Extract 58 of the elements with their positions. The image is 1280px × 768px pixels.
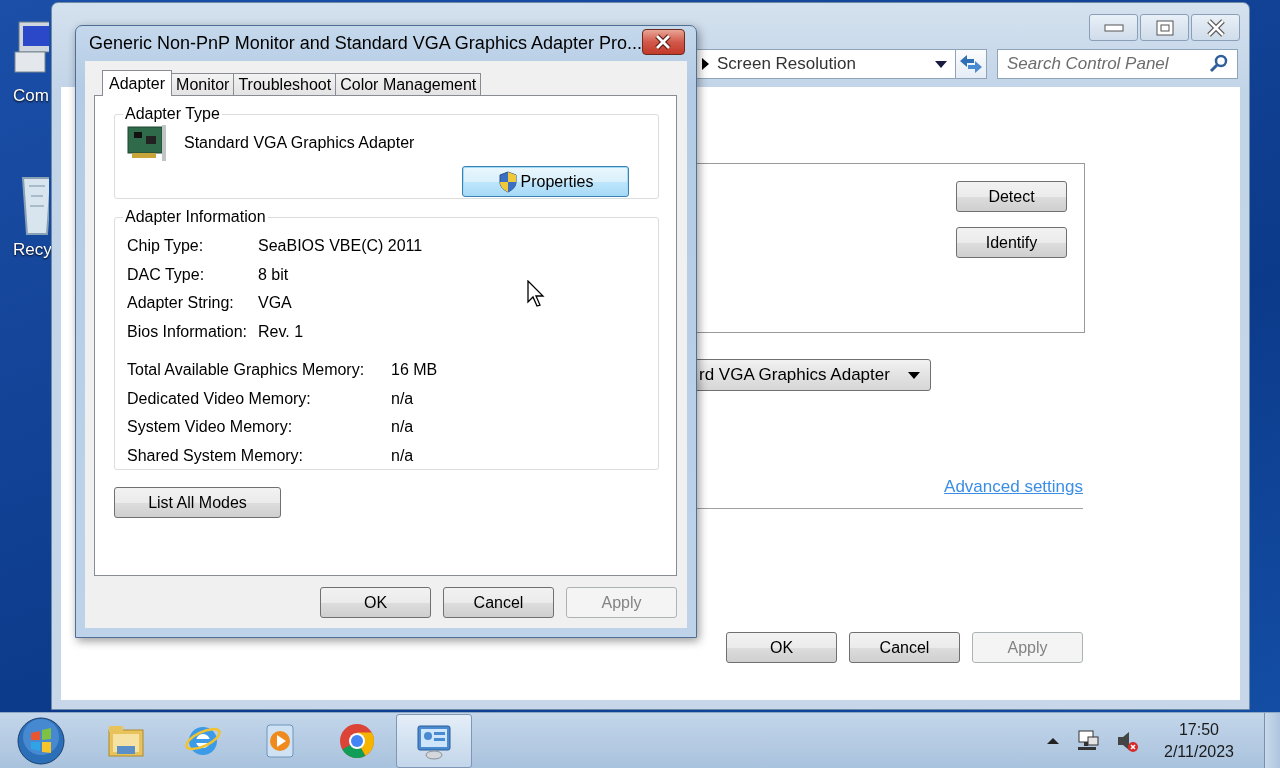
shield-icon [497, 170, 518, 193]
adapter-name: Standard VGA Graphics Adapter [184, 134, 415, 152]
memory-value: n/a [391, 417, 414, 437]
maximize-button[interactable] [1140, 14, 1189, 41]
memory-value: n/a [391, 445, 414, 465]
group-heading: Adapter Type [124, 105, 221, 123]
refresh-icon [958, 52, 984, 76]
minimize-button[interactable] [1089, 14, 1138, 41]
caret-icon [935, 60, 947, 68]
info-label: Chip Type: [127, 236, 204, 256]
dialog-title: Generic Non-PnP Monitor and Standard VGA Graphics Adapter Pro... [89, 33, 642, 54]
list-all-modes-button[interactable]: List All Modes [114, 487, 281, 518]
info-value: VGA [258, 293, 292, 313]
refresh-button[interactable] [956, 49, 987, 79]
memory-value: 16 MB [391, 360, 438, 380]
caret-icon [908, 371, 920, 379]
memory-label: Dedicated Video Memory: [127, 388, 311, 408]
memory-label: Shared System Memory: [127, 445, 304, 465]
info-label: DAC Type: [127, 264, 205, 284]
search-field[interactable]: Search Control Panel [997, 49, 1238, 79]
memory-value: n/a [391, 388, 414, 408]
info-label: Bios Information: [127, 321, 248, 341]
ok-button[interactable]: OK [320, 587, 431, 618]
close-button[interactable] [641, 28, 685, 55]
close-button[interactable] [1191, 14, 1240, 41]
memory-label: System Video Memory: [127, 417, 293, 437]
breadcrumb-arrow-icon [702, 58, 709, 70]
minimize-icon [1103, 22, 1124, 33]
tab[interactable]: Adapter [102, 70, 173, 96]
info-label: Adapter String: [127, 293, 234, 313]
chrome-icon [338, 721, 376, 760]
network-icon[interactable] [1076, 728, 1100, 753]
tab[interactable]: Monitor [171, 73, 235, 95]
desktop-icon-label: Recy [13, 240, 52, 260]
show-hidden-icons-icon[interactable] [1046, 735, 1060, 746]
mouse-pointer-icon [527, 280, 546, 308]
detect-button[interactable]: Detect [956, 181, 1067, 212]
ok-button[interactable]: OK [726, 632, 837, 663]
group-heading: Adapter Information [124, 208, 267, 226]
info-value: 8 bit [258, 264, 289, 284]
info-value: SeaBIOS VBE(C) 2011 [258, 236, 423, 256]
desktop-icon-label: Com [13, 86, 49, 106]
close-icon [654, 33, 673, 50]
taskbar-button[interactable] [396, 713, 472, 768]
info-value: Rev. 1 [258, 321, 304, 341]
tab[interactable]: Color Management [335, 73, 482, 95]
tab[interactable]: Troubleshoot [233, 73, 337, 95]
breadcrumb-text: Screen Resolution [717, 54, 857, 74]
start-button[interactable] [17, 716, 65, 765]
maximize-icon [1155, 19, 1174, 36]
close-icon [1205, 18, 1226, 37]
identify-button[interactable]: Identify [956, 227, 1067, 258]
memory-label: Total Available Graphics Memory: [127, 360, 365, 380]
clock[interactable]: 17:50 2/11/2023 [1164, 720, 1234, 761]
graphics-card-icon [126, 124, 168, 162]
cancel-button[interactable]: Cancel [849, 632, 960, 663]
cancel-button[interactable]: Cancel [443, 587, 554, 618]
properties-button[interactable]: Properties [462, 166, 629, 197]
